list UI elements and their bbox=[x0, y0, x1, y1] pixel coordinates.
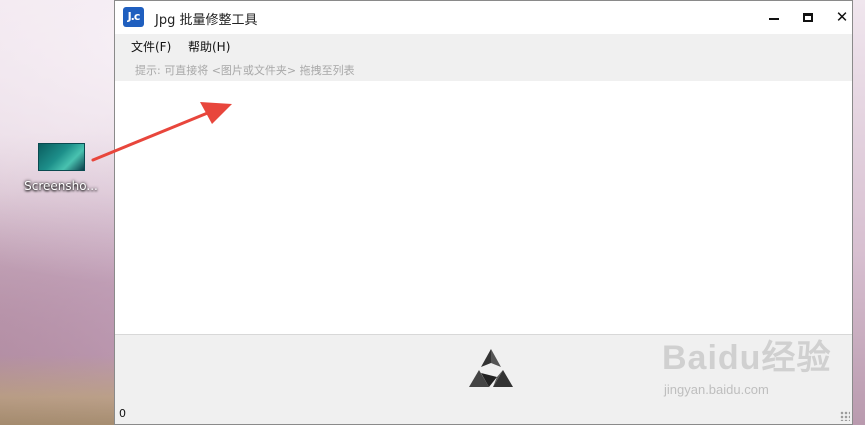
desktop-file-label: Screensho... bbox=[24, 179, 98, 193]
close-icon: ✕ bbox=[835, 8, 849, 26]
menu-help[interactable]: 帮助(H) bbox=[188, 38, 230, 55]
bottom-panel: 0 bbox=[115, 335, 852, 424]
file-count: 0 bbox=[119, 407, 126, 420]
title-bar[interactable]: J.c Jpg 批量修整工具 ✕ bbox=[115, 1, 852, 34]
image-thumbnail-icon bbox=[37, 143, 85, 171]
file-list-drop-area[interactable] bbox=[115, 81, 852, 335]
resize-grip-icon[interactable] bbox=[840, 411, 850, 421]
app-logo-icon: J.c bbox=[123, 7, 144, 27]
maximize-icon bbox=[803, 12, 813, 22]
drag-drop-hint: 提示: 可直接将 <图片或文件夹> 拖拽至列表 bbox=[135, 64, 355, 77]
hint-bar: 提示: 可直接将 <图片或文件夹> 拖拽至列表 bbox=[115, 58, 852, 81]
app-window: J.c Jpg 批量修整工具 ✕ 文件(F) 帮助(H) 提示: 可直接将 <图… bbox=[114, 0, 853, 425]
desktop-file-icon[interactable]: Screensho... bbox=[24, 140, 98, 193]
menu-file[interactable]: 文件(F) bbox=[131, 38, 171, 55]
maximize-button[interactable] bbox=[791, 1, 825, 33]
wallpaper-grass bbox=[0, 355, 120, 425]
close-button[interactable]: ✕ bbox=[825, 1, 859, 33]
minimize-icon bbox=[769, 18, 779, 20]
process-logo-icon[interactable] bbox=[467, 347, 515, 389]
minimize-button[interactable] bbox=[757, 1, 791, 33]
window-title: Jpg 批量修整工具 bbox=[155, 13, 258, 28]
desktop-edge bbox=[853, 0, 865, 425]
menu-bar: 文件(F) 帮助(H) bbox=[115, 34, 852, 58]
